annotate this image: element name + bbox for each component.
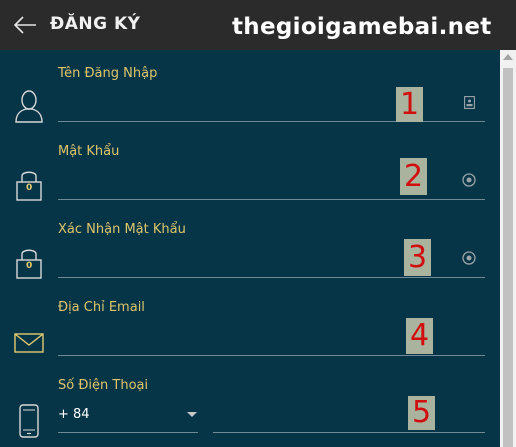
phone-label: Số Điện Thoại: [58, 378, 149, 393]
confirm-password-label: Xác Nhận Mật Khẩu: [58, 222, 186, 237]
back-arrow-icon[interactable]: [12, 14, 38, 36]
header-bar: ĐĂNG KÝ thegioigamebai.net: [0, 0, 516, 50]
phone-number-input[interactable]: [213, 432, 485, 433]
eye-icon[interactable]: [462, 173, 476, 187]
number-mark-3: 3: [404, 239, 431, 276]
page-title: ĐĂNG KÝ: [50, 14, 141, 34]
eye-icon[interactable]: [462, 251, 476, 265]
number-mark-1: 1: [396, 87, 423, 122]
id-card-icon: [464, 96, 475, 109]
number-mark-2: 2: [400, 158, 427, 195]
country-code-select[interactable]: + 84: [58, 407, 90, 422]
lock-indicator-text: 0: [26, 183, 33, 193]
country-code-underline: [58, 432, 198, 433]
chevron-down-icon[interactable]: [187, 412, 197, 417]
username-label: Tên Đăng Nhập: [58, 66, 158, 81]
phone-icon: [19, 404, 39, 438]
email-label: Địa Chỉ Email: [58, 300, 145, 315]
mail-icon: [14, 333, 44, 353]
password-input[interactable]: [58, 199, 485, 200]
confirm-password-input[interactable]: [58, 277, 485, 278]
scroll-up-arrow-icon[interactable]: [503, 54, 513, 60]
scrollbar-thumb[interactable]: [503, 68, 513, 447]
password-label: Mật Khẩu: [58, 144, 120, 159]
user-icon: [15, 90, 43, 123]
number-mark-5: 5: [408, 396, 435, 430]
email-input[interactable]: [58, 355, 485, 356]
lock-indicator-text: 0: [26, 261, 33, 271]
watermark-text: thegioigamebai.net: [232, 14, 492, 40]
number-mark-4: 4: [406, 318, 433, 354]
